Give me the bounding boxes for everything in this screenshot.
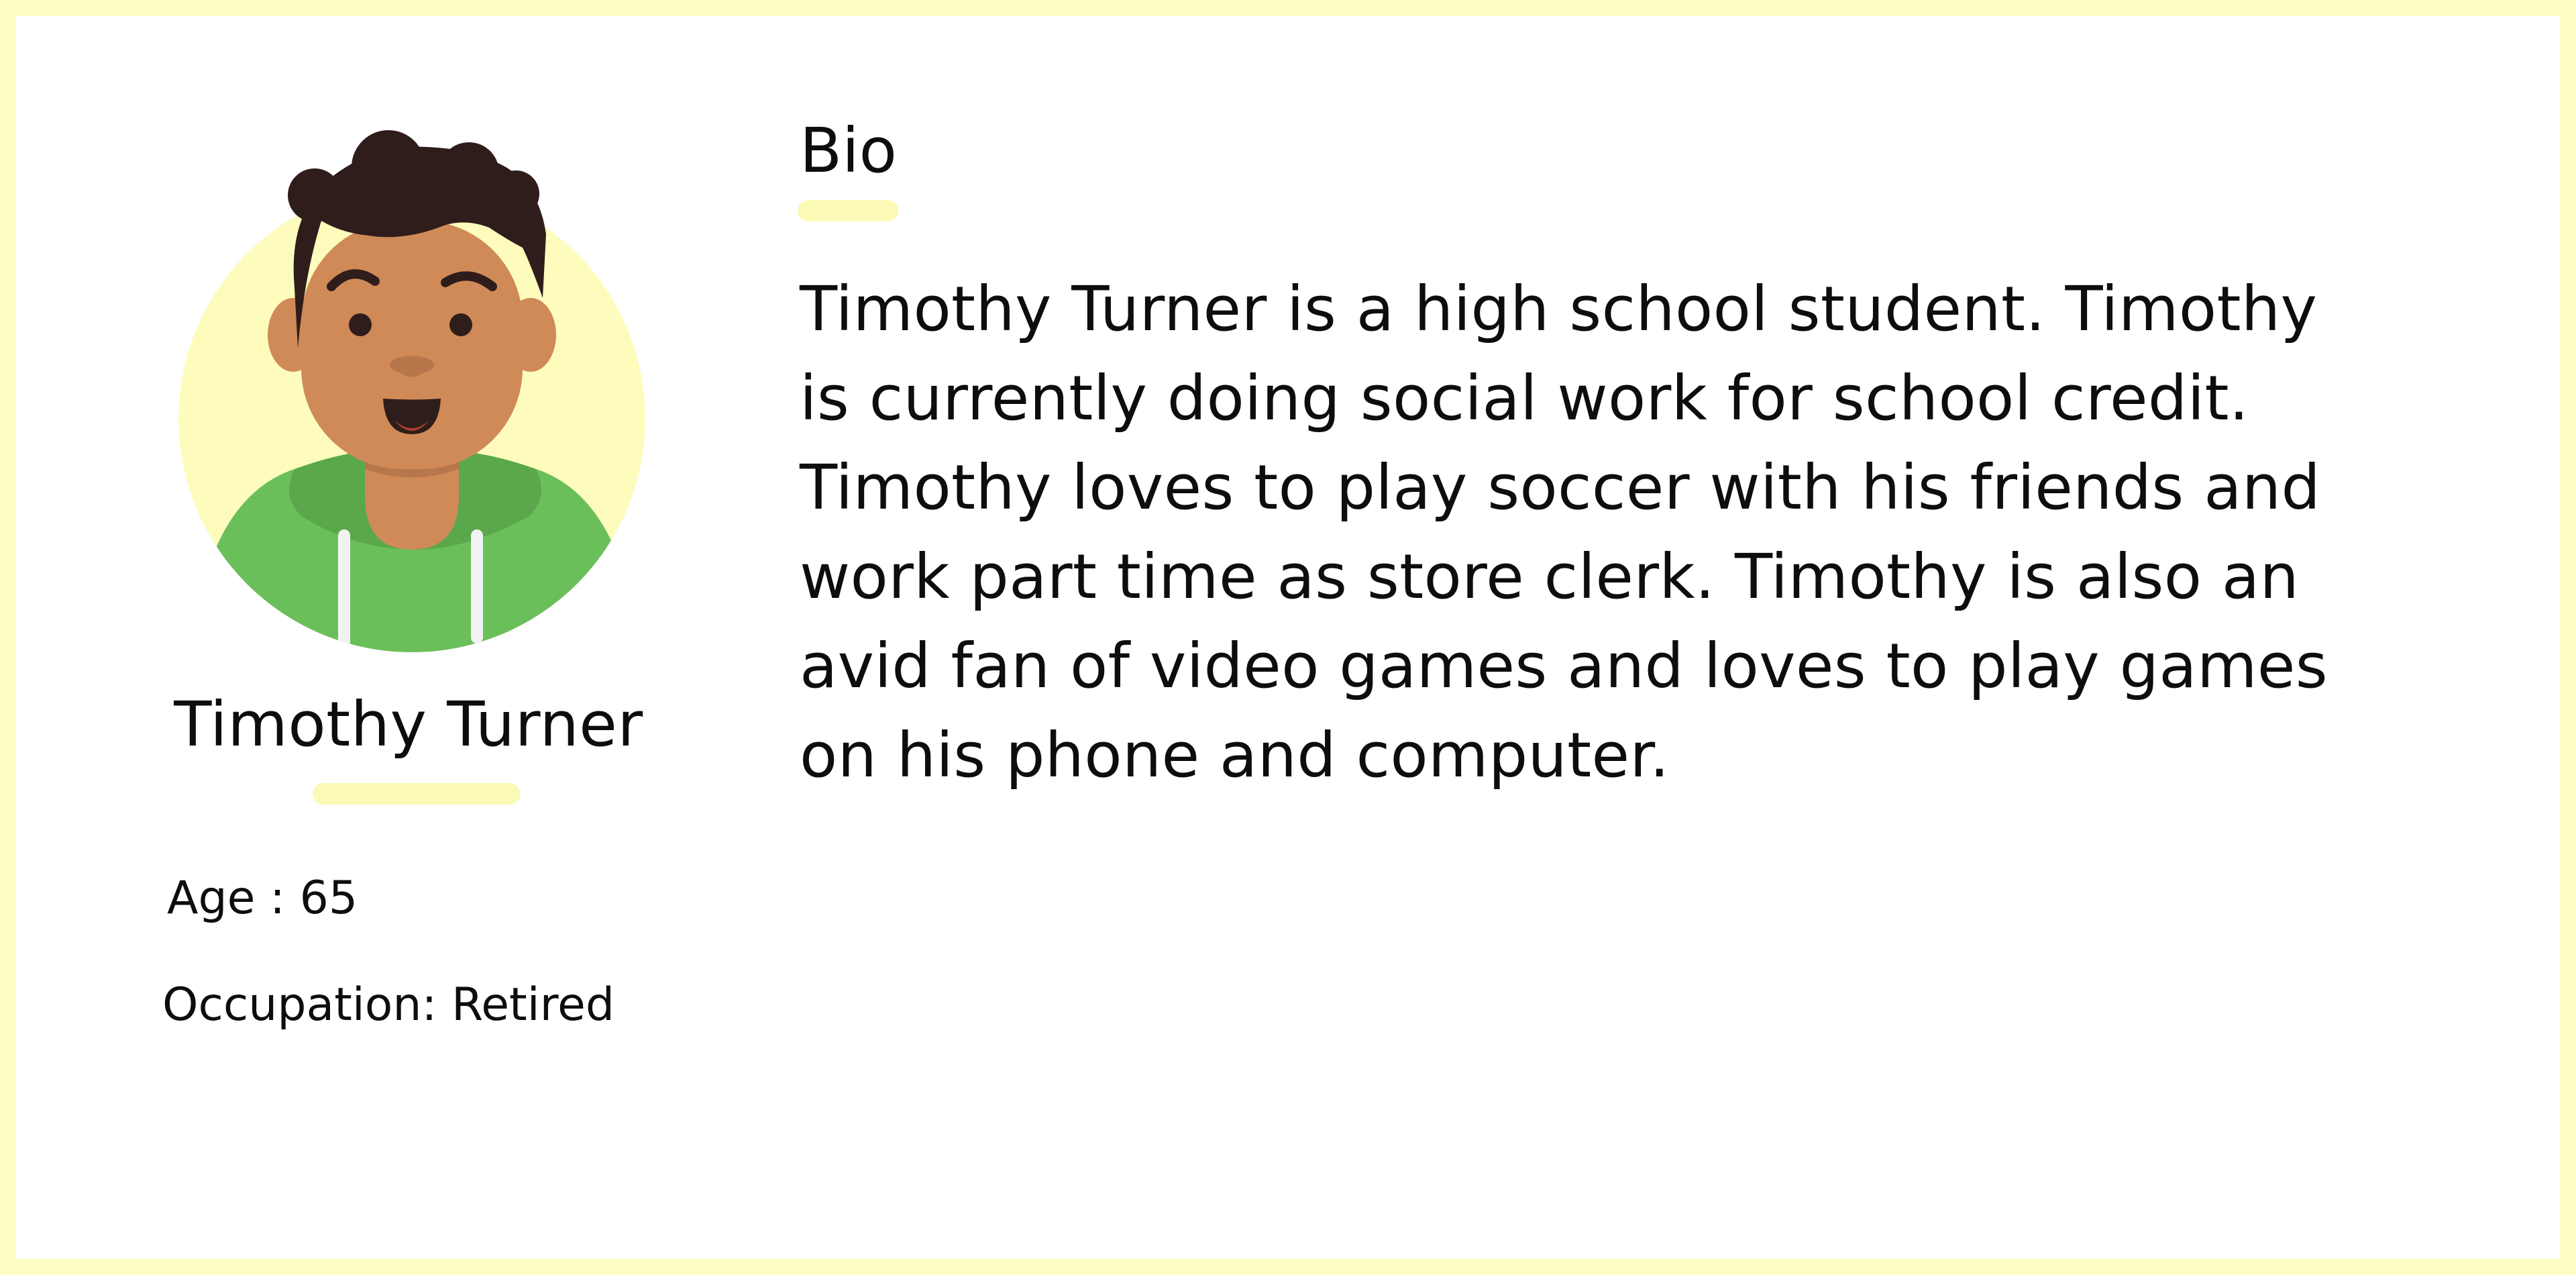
person-name: Timothy Turner <box>174 688 643 760</box>
bio-heading: Bio <box>800 115 897 187</box>
age-text: Age : 65 <box>167 872 358 925</box>
bio-text: Timothy Turner is a high school student.… <box>800 273 2328 791</box>
bio-underline <box>798 200 898 221</box>
name-underline <box>313 783 521 805</box>
occupation-text: Occupation: Retired <box>162 978 615 1031</box>
person-avatar-icon <box>178 130 645 652</box>
persona-card: Timothy Turner Age : 65 Occupation: Reti… <box>0 0 2576 1275</box>
